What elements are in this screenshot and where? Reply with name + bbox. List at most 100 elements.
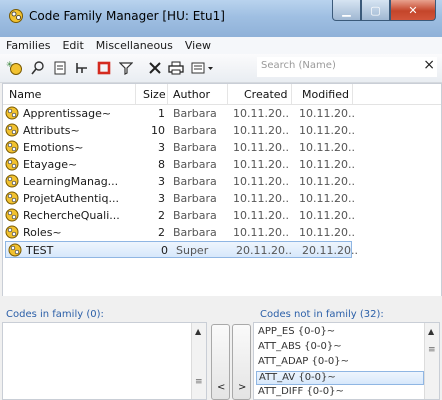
new-family-button[interactable]: ✳ <box>6 60 24 76</box>
family-modified: 10.11.20... <box>299 158 355 171</box>
family-author: Barbara <box>173 158 217 171</box>
scroll-up-icon[interactable]: ▲ <box>428 327 434 336</box>
family-row[interactable]: Etayage~ 8 Barbara 10.11.20... 10.11.20... <box>3 156 355 173</box>
family-modified: 10.11.20... <box>299 124 355 137</box>
panel-splitter[interactable] <box>0 296 442 306</box>
family-size: 3 <box>158 192 165 205</box>
filter-funnel-icon <box>119 62 133 75</box>
family-author: Barbara <box>173 141 217 154</box>
family-author: Barbara <box>173 107 217 120</box>
close-button[interactable]: ✕ <box>390 0 436 21</box>
list-view-icon <box>191 62 213 74</box>
move-left-button[interactable]: < <box>211 324 230 400</box>
code-family-icon <box>5 225 19 239</box>
menu-view[interactable]: View <box>179 39 217 52</box>
family-size: 3 <box>158 175 165 188</box>
frame-button[interactable] <box>95 60 113 76</box>
family-author: Barbara <box>173 209 217 222</box>
family-name: LearningManag... <box>23 175 119 188</box>
family-name: ProjetAuthentiq... <box>23 192 119 205</box>
family-row[interactable]: TEST 0 Super 20.11.20... 20.11.20... <box>5 241 358 258</box>
scroll-grip-icon[interactable]: ≡ <box>428 345 436 355</box>
view-mode-dropdown[interactable] <box>191 60 219 76</box>
scroll-grip-icon[interactable]: ≡ <box>195 377 203 387</box>
minimize-icon: ▁ <box>342 3 351 17</box>
code-family-icon <box>5 123 19 137</box>
family-row[interactable]: ProjetAuthentiq... 3 Barbara 10.11.20... 10.… <box>3 190 355 207</box>
family-name: Etayage~ <box>23 158 78 171</box>
svg-text:✳: ✳ <box>6 60 13 69</box>
menu-families[interactable]: Families <box>0 39 56 52</box>
family-row[interactable]: RechercheQuali... 2 Barbara 10.11.20... 10.1… <box>3 207 355 224</box>
scroll-up-icon[interactable]: ▲ <box>195 327 201 336</box>
column-header-size[interactable]: Size <box>143 88 166 101</box>
family-author: Super <box>176 244 209 257</box>
tree-link-icon <box>76 63 87 73</box>
code-families-list[interactable]: Name Size Author Created Modified Appren… <box>2 83 442 297</box>
family-author: Barbara <box>173 124 217 137</box>
code-item[interactable]: ATT_AV {0-0}~ <box>256 371 424 385</box>
comment-pin-icon <box>31 61 44 75</box>
family-row[interactable]: Apprentissage~ 1 Barbara 10.11.20... 10.11.2… <box>3 105 355 122</box>
code-family-icon <box>5 191 19 205</box>
code-family-manager-window: Code Family Manager [HU: Etu1] ▁ ▢ ✕ Fam… <box>0 0 442 400</box>
codes-not-in-family-scrollbar[interactable]: ▲ ≡ <box>424 323 439 399</box>
family-modified: 10.11.20... <box>299 226 355 239</box>
family-row[interactable]: Emotions~ 3 Barbara 10.11.20... 10.11.20... <box>3 139 355 156</box>
code-item[interactable]: ATT_DIFF {0-0}~ <box>258 386 344 397</box>
code-family-icon <box>5 174 19 188</box>
family-created: 10.11.20... <box>233 124 289 137</box>
move-left-label: < <box>217 382 226 393</box>
comment-button[interactable] <box>29 60 47 76</box>
family-row[interactable]: Attributs~ 10 Barbara 10.11.20... 10.11.20..… <box>3 122 355 139</box>
code-item[interactable]: ATT_ABS {0-0}~ <box>258 341 342 352</box>
atlas-code-family-icon <box>9 9 23 23</box>
family-created: 10.11.20... <box>233 175 289 188</box>
printer-icon <box>168 61 184 75</box>
family-modified: 10.11.20... <box>299 107 355 120</box>
family-name: RechercheQuali... <box>23 209 120 222</box>
column-divider <box>135 84 136 104</box>
menu-edit[interactable]: Edit <box>56 39 89 52</box>
family-size: 8 <box>158 158 165 171</box>
column-header-created[interactable]: Created <box>244 88 288 101</box>
column-header-modified[interactable]: Modified <box>302 88 349 101</box>
codes-in-family-list[interactable]: ▲ ≡ <box>2 322 207 400</box>
family-size: 3 <box>158 141 165 154</box>
family-modified: 10.11.20... <box>299 192 355 205</box>
search-input[interactable]: Search (Name) × <box>257 57 437 77</box>
code-family-icon <box>5 140 19 154</box>
family-created: 10.11.20... <box>233 192 289 205</box>
family-modified: 10.11.20... <box>299 209 355 222</box>
family-size: 10 <box>151 124 165 137</box>
family-created: 10.11.20... <box>233 107 289 120</box>
column-header-author[interactable]: Author <box>173 88 210 101</box>
family-author: Barbara <box>173 192 217 205</box>
new-family-icon: ✳ <box>6 60 22 75</box>
codes-in-family-label: Codes in family (0): <box>6 309 104 320</box>
hierarchy-button[interactable] <box>73 60 91 76</box>
move-right-label: > <box>238 382 247 393</box>
title-bar[interactable]: Code Family Manager [HU: Etu1] ▁ ▢ ✕ <box>0 0 442 37</box>
list-header: Name Size Author Created Modified <box>3 84 441 105</box>
clear-search-icon[interactable]: × <box>423 57 435 73</box>
column-header-name[interactable]: Name <box>9 88 41 101</box>
filter-button[interactable] <box>117 60 135 76</box>
codes-in-family-scrollbar[interactable]: ▲ ≡ <box>191 323 206 399</box>
code-item[interactable]: APP_ES {0-0}~ <box>258 326 335 337</box>
move-right-button[interactable]: > <box>232 324 251 400</box>
codes-not-in-family-list[interactable]: APP_ES {0-0}~ ATT_ABS {0-0}~ ATT_ADAP {0-0… <box>253 322 440 400</box>
maximize-button[interactable]: ▢ <box>361 0 390 21</box>
family-row[interactable]: Roles~ 2 Barbara 10.11.20... 10.11.20... <box>3 224 355 241</box>
menu-miscellaneous[interactable]: Miscellaneous <box>90 39 179 52</box>
print-button[interactable] <box>167 60 185 76</box>
family-row[interactable]: LearningManag... 3 Barbara 10.11.20... 10.11… <box>3 173 355 190</box>
details-button[interactable] <box>51 60 69 76</box>
delete-button[interactable] <box>146 60 164 76</box>
code-item[interactable]: ATT_ADAP {0-0}~ <box>258 356 349 367</box>
document-icon <box>54 61 66 75</box>
family-name: TEST <box>26 244 54 257</box>
minimize-button[interactable]: ▁ <box>332 0 361 21</box>
family-author: Barbara <box>173 175 217 188</box>
family-size: 2 <box>158 209 165 222</box>
